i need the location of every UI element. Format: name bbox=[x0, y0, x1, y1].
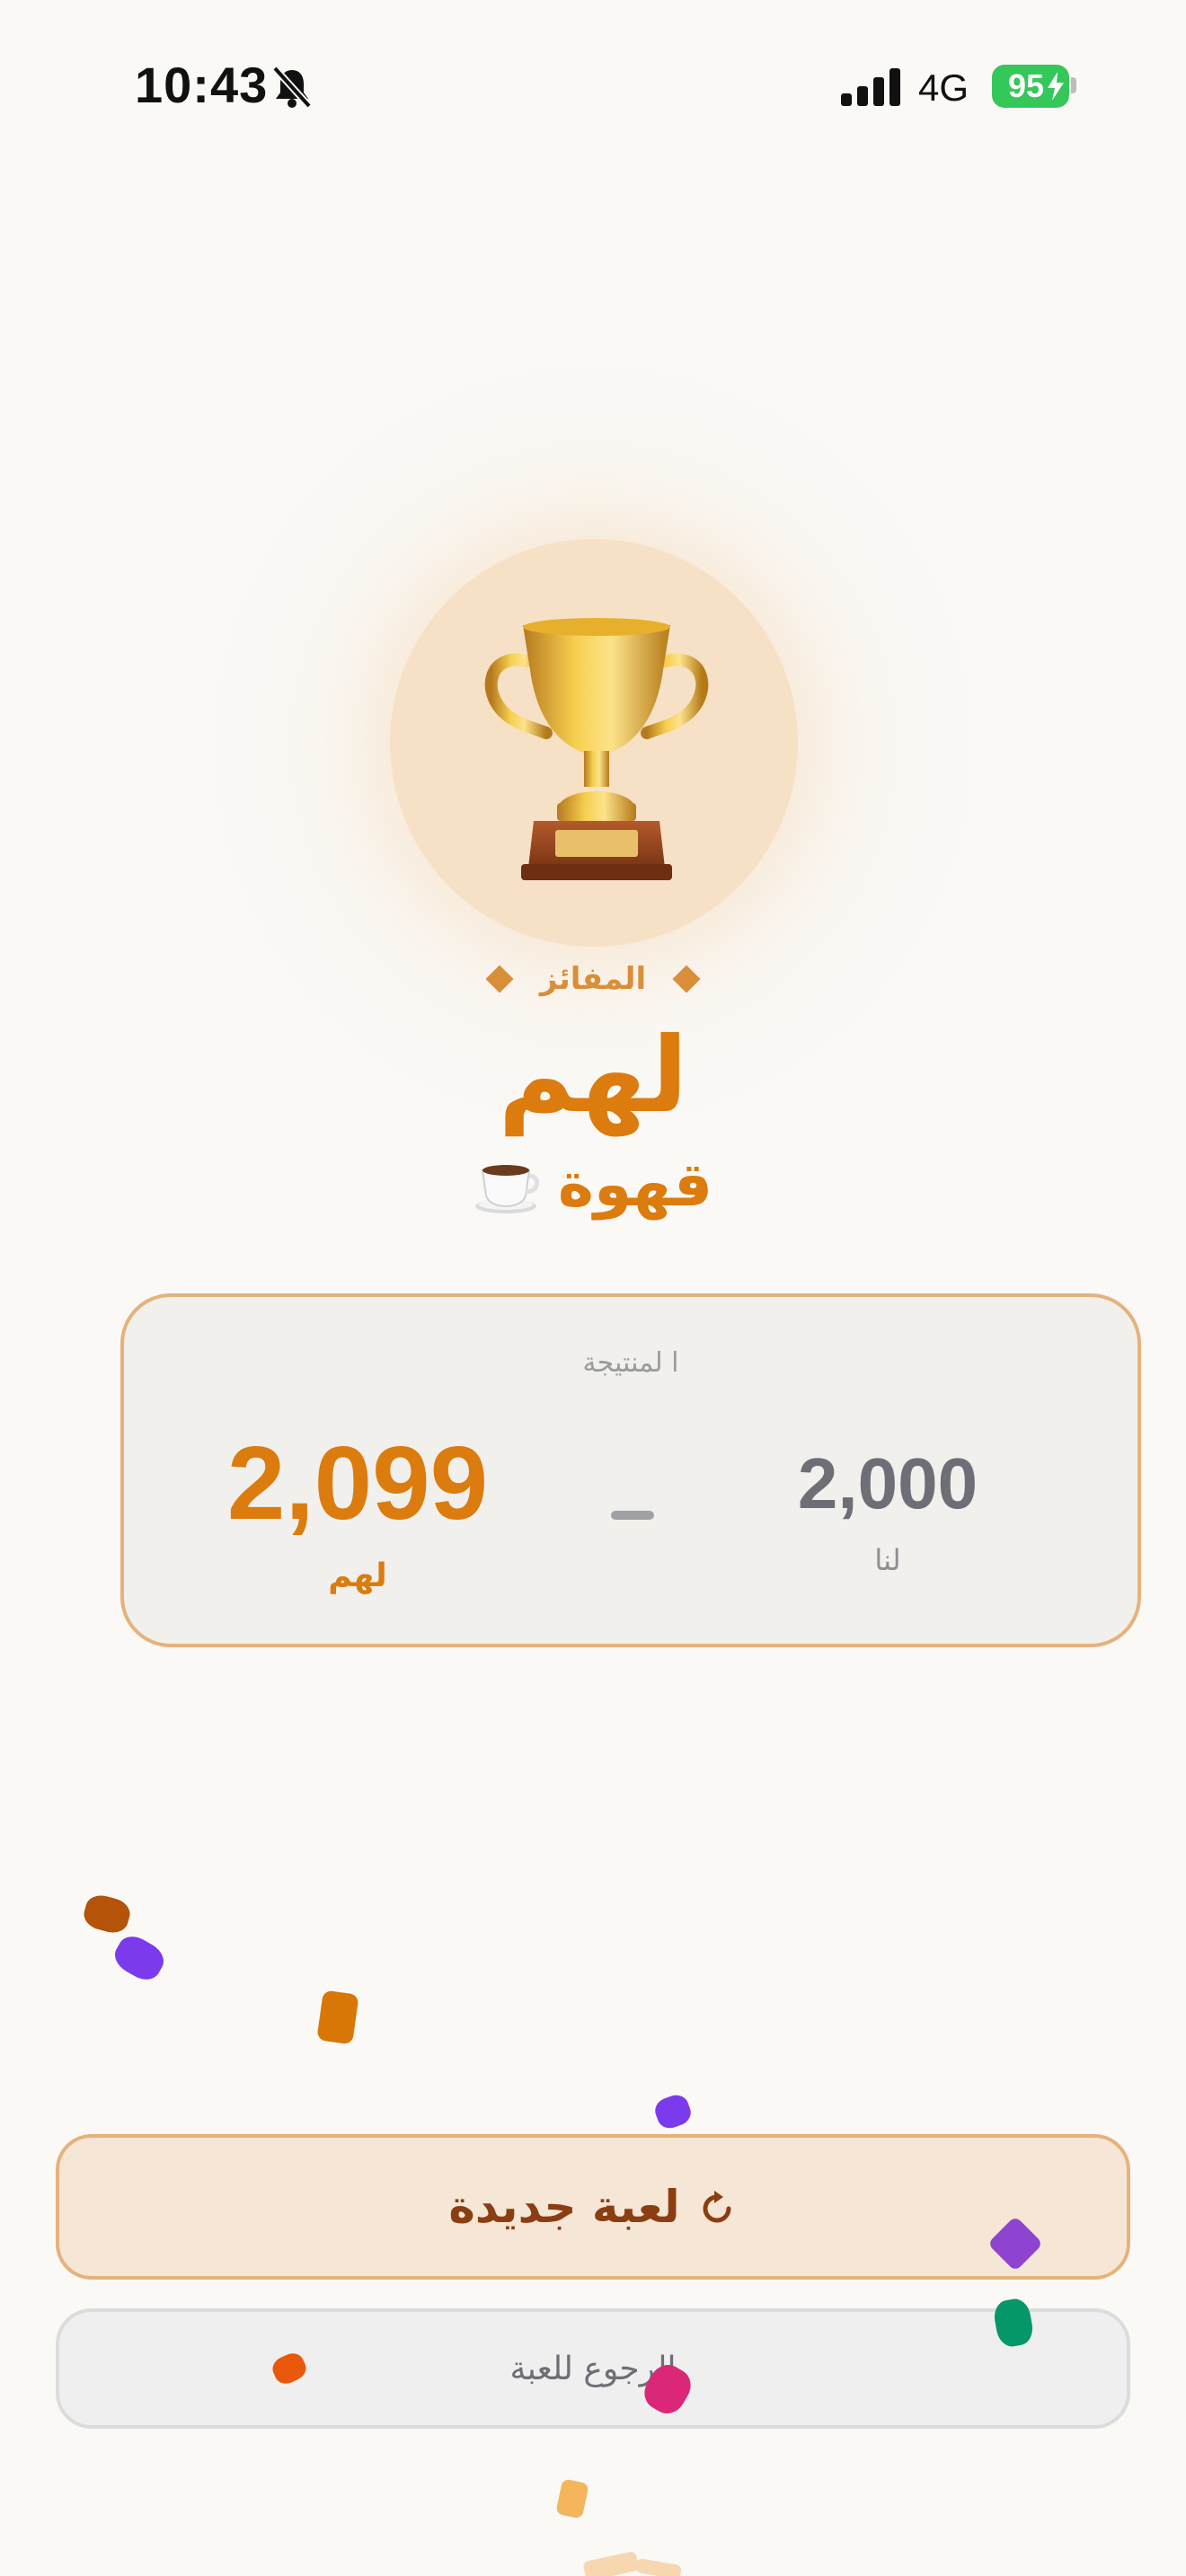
confetti-piece bbox=[109, 1930, 170, 1986]
score-separator bbox=[611, 1511, 654, 1520]
confetti-piece bbox=[80, 1892, 134, 1936]
coffee-cup-icon bbox=[474, 1164, 539, 1213]
confetti-piece bbox=[555, 2478, 589, 2519]
new-game-button[interactable]: لعبة جديدة bbox=[56, 2134, 1130, 2280]
new-game-label: لعبة جديدة bbox=[448, 2181, 680, 2233]
status-time: 10:43 bbox=[135, 57, 269, 113]
confetti-piece bbox=[582, 2551, 640, 2576]
bell-slash-icon bbox=[272, 66, 312, 109]
score-us-label: لنا bbox=[874, 1543, 901, 1577]
score-title: ا لمنتيجة bbox=[582, 1347, 679, 1379]
score-card: ا لمنتيجة 2,099 لهم 2,000 لنا bbox=[120, 1293, 1141, 1647]
score-them-label: لهم bbox=[328, 1557, 387, 1594]
winner-screen: 10:43 4G 95 المفائز لهم قهوة ا لمنتيجة 2… bbox=[0, 0, 1186, 2576]
battery-indicator: 95 bbox=[992, 65, 1069, 108]
trophy-icon bbox=[484, 618, 709, 880]
signal-icon bbox=[841, 68, 900, 106]
charging-bolt-icon bbox=[1048, 72, 1064, 101]
prize-text: قهوة bbox=[557, 1150, 713, 1221]
refresh-icon bbox=[703, 2191, 731, 2223]
confetti-piece bbox=[634, 2557, 683, 2576]
winner-label: المفائز bbox=[539, 961, 647, 997]
confetti-piece bbox=[651, 2091, 695, 2132]
score-them-value: 2,099 bbox=[226, 1425, 489, 1541]
diamond-icon bbox=[672, 965, 701, 993]
score-us-value: 2,000 bbox=[797, 1443, 978, 1523]
diamond-icon bbox=[485, 965, 514, 993]
battery-nub bbox=[1071, 77, 1076, 93]
winner-name: لهم bbox=[498, 1015, 688, 1136]
winner-label-row: المفائز bbox=[0, 961, 1186, 997]
battery-level: 95 bbox=[1007, 67, 1045, 104]
back-to-game-button[interactable]: الرجوع للعبة bbox=[56, 2308, 1130, 2429]
network-type: 4G bbox=[918, 66, 969, 109]
prize-row: قهوة bbox=[0, 1150, 1186, 1221]
confetti-piece bbox=[316, 1989, 359, 2045]
